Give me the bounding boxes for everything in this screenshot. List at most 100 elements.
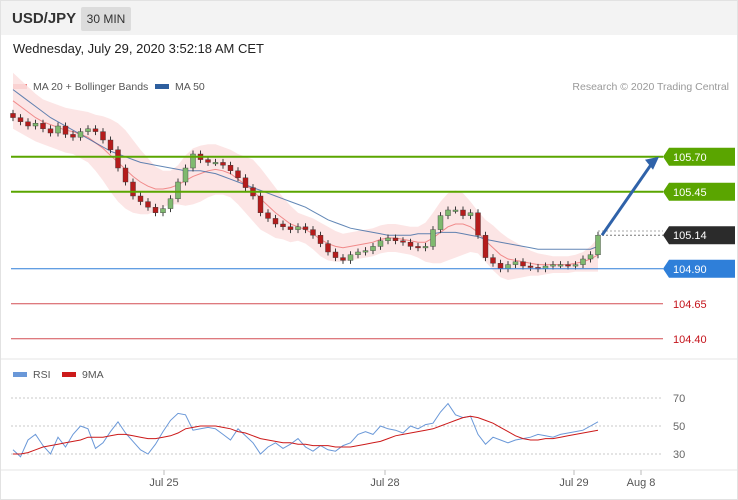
candle-body bbox=[400, 240, 406, 243]
candle-body bbox=[527, 265, 534, 268]
ma20-legend-label: MA 20 + Bollinger Bands bbox=[33, 81, 148, 93]
rsi-ma-legend-swatch bbox=[62, 372, 76, 377]
candle-body bbox=[295, 226, 301, 230]
candle-body bbox=[145, 201, 151, 208]
rsi-gridline-50: 50 bbox=[11, 421, 685, 433]
candle-body bbox=[167, 198, 174, 209]
candle-body bbox=[317, 234, 324, 244]
level-label: 104.40 bbox=[673, 334, 707, 346]
level-104.65: 104.65 bbox=[11, 299, 707, 311]
rsi-legend-swatch bbox=[13, 372, 27, 377]
level-label: 104.65 bbox=[673, 299, 707, 311]
level-label: 105.70 bbox=[673, 152, 707, 164]
candle-body bbox=[347, 254, 354, 261]
candle-body bbox=[70, 134, 76, 138]
candle-body bbox=[587, 254, 594, 260]
ma50-legend-label: MA 50 bbox=[175, 81, 205, 93]
candle-body bbox=[92, 128, 99, 132]
candle-body bbox=[85, 128, 91, 132]
candle-body bbox=[47, 128, 54, 134]
candle-body bbox=[280, 223, 286, 227]
x-axis: Jul 25 Jul 28 Jul 29 Aug 8 bbox=[1, 469, 737, 489]
candle-body bbox=[32, 122, 39, 127]
candle-body bbox=[182, 167, 189, 183]
candle-body bbox=[55, 125, 61, 134]
candle-body bbox=[512, 261, 519, 265]
level-label: 105.14 bbox=[673, 230, 707, 242]
candle-body bbox=[122, 167, 129, 183]
candle-body bbox=[220, 162, 226, 166]
candle-body bbox=[17, 117, 24, 122]
candle-body bbox=[385, 237, 391, 241]
candle-body bbox=[25, 121, 31, 127]
candle-body bbox=[40, 122, 46, 129]
candle-body bbox=[62, 125, 69, 135]
candle-body bbox=[130, 181, 136, 197]
candle-body bbox=[460, 209, 466, 216]
candle-body bbox=[430, 229, 436, 247]
rsi-gridline-70: 70 bbox=[11, 393, 685, 405]
rsi-ma-line bbox=[13, 415, 599, 455]
candle-body bbox=[497, 263, 504, 270]
x-tick-label: Aug 8 bbox=[627, 477, 656, 489]
candle-body bbox=[415, 246, 421, 249]
candle-body bbox=[520, 261, 526, 267]
candle bbox=[257, 192, 264, 217]
level-104.90: 104.90 bbox=[11, 259, 735, 278]
candle-body bbox=[152, 206, 159, 213]
level-104.40: 104.40 bbox=[11, 334, 707, 346]
x-tick-label: Jul 25 bbox=[149, 477, 178, 489]
candle-body bbox=[580, 258, 586, 265]
candle bbox=[175, 178, 181, 203]
x-tick-Aug-8: Aug 8 bbox=[627, 470, 656, 489]
candle-body bbox=[205, 159, 211, 163]
forecast-arrow bbox=[600, 160, 655, 237]
level-label: 105.45 bbox=[673, 187, 707, 199]
candle-body bbox=[572, 264, 579, 267]
candle bbox=[430, 226, 436, 250]
candle-body bbox=[227, 164, 234, 171]
candle-body bbox=[137, 195, 144, 202]
candle-body bbox=[310, 229, 316, 236]
candle bbox=[115, 146, 121, 172]
ma50-legend-swatch bbox=[155, 84, 169, 89]
candle-body bbox=[557, 264, 564, 267]
candle-body bbox=[212, 162, 219, 165]
candle-body bbox=[392, 237, 399, 241]
rsi-line bbox=[12, 402, 599, 458]
candle bbox=[482, 231, 489, 262]
candle-body bbox=[550, 264, 556, 267]
level-105.14: 105.14 bbox=[598, 226, 735, 245]
x-tick-Jul-25: Jul 25 bbox=[149, 470, 179, 489]
rsi-legend-label: RSI bbox=[33, 369, 51, 381]
candle-body bbox=[115, 149, 121, 169]
bollinger-band bbox=[13, 72, 598, 280]
candle-body bbox=[332, 251, 339, 258]
candle-body bbox=[265, 212, 271, 219]
candle-body bbox=[325, 243, 331, 253]
candle-body bbox=[490, 257, 496, 264]
candle-body bbox=[175, 181, 181, 199]
candle-body bbox=[565, 264, 571, 267]
x-tick-Jul-28: Jul 28 bbox=[370, 470, 400, 489]
candle-body bbox=[107, 139, 114, 151]
candle-body bbox=[407, 241, 414, 247]
candle-body bbox=[475, 212, 481, 236]
rsi-tick-label: 50 bbox=[673, 421, 685, 433]
candle-body bbox=[10, 113, 16, 118]
rsi-tick-label: 30 bbox=[673, 449, 685, 461]
level-label: 104.90 bbox=[673, 264, 707, 276]
candle-body bbox=[160, 208, 166, 214]
rsi-panel: 70 50 30 bbox=[11, 393, 685, 461]
rsi-legend: RSI 9MA bbox=[13, 369, 104, 381]
candle-body bbox=[377, 240, 384, 247]
x-tick-label: Jul 29 bbox=[559, 477, 588, 489]
candle-body bbox=[482, 234, 489, 258]
candle-body bbox=[302, 226, 309, 230]
candle-body bbox=[257, 195, 264, 213]
candle-body bbox=[362, 250, 369, 253]
candle-body bbox=[77, 131, 84, 138]
x-tick-Jul-29: Jul 29 bbox=[559, 470, 589, 489]
candle-body bbox=[467, 212, 474, 216]
candle bbox=[475, 209, 481, 239]
